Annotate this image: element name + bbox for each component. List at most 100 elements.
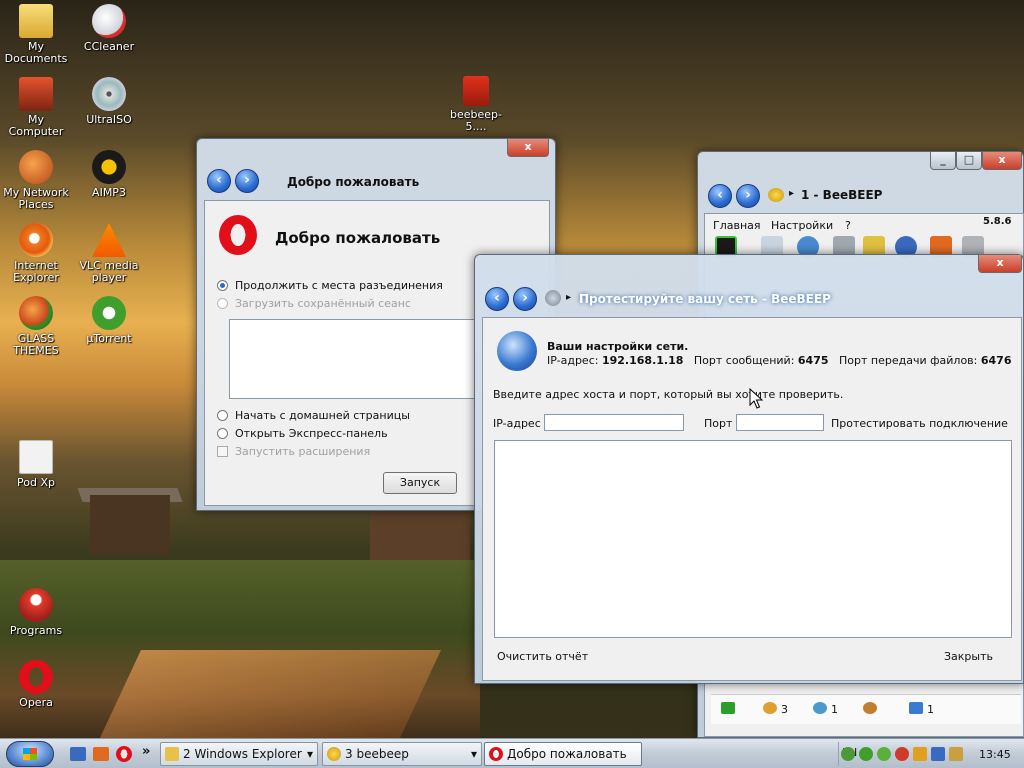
option-load-session: Загрузить сохранённый сеанс — [217, 297, 411, 310]
mouse-cursor-icon — [749, 388, 763, 409]
desktop-icon-opera[interactable]: Opera — [0, 660, 72, 709]
desktop-icon-programs[interactable]: Programs — [0, 588, 72, 637]
windows-logo-icon — [23, 748, 37, 760]
menu-help[interactable]: ? — [845, 219, 851, 232]
online-status-icon[interactable] — [721, 702, 735, 714]
menu-home[interactable]: Главная — [713, 219, 761, 232]
programs-icon — [19, 588, 53, 622]
port-input[interactable] — [736, 414, 824, 431]
network-test-dialog: x ‹ › ▸ Протестируйте вашу сеть - BeeBEE… — [474, 254, 1024, 684]
tray-tools-icon[interactable] — [913, 747, 927, 761]
radio-unselected[interactable] — [217, 410, 228, 421]
tray-green-icon[interactable] — [877, 747, 891, 761]
taskbar: » 2 Windows Explorer ▾ 3 beebeep ▾ Добро п… — [0, 738, 1024, 768]
ip-field-label: IP-адрес — [493, 417, 541, 430]
radio-unselected[interactable] — [217, 428, 228, 439]
close-dialog-button[interactable]: Закрыть — [944, 650, 993, 663]
archive-icon — [463, 76, 489, 106]
quicklaunch-more-icon[interactable]: » — [142, 744, 150, 759]
maximize-button[interactable]: □ — [956, 152, 982, 170]
desktop-icon-pod-xp[interactable]: Pod Xp — [0, 440, 72, 489]
opera-window-title: Добро пожаловать — [287, 175, 420, 189]
desktop-icon-aimp[interactable]: AIMP3 — [73, 150, 145, 199]
instruction-text: Введите адрес хоста и порт, который вы х… — [493, 388, 844, 401]
breadcrumb-chevron-icon: ▸ — [789, 188, 795, 199]
bee-icon — [327, 747, 341, 761]
beebeep-close-button[interactable]: x — [982, 152, 1022, 170]
option-continue[interactable]: Продолжить с места разъединения — [217, 279, 443, 292]
start-button[interactable]: Запуск — [383, 472, 457, 494]
tray-bee-icon[interactable] — [841, 747, 855, 761]
desktop-icon-ccleaner[interactable]: CCleaner — [73, 4, 145, 53]
beebeep-window-title: 1 - BeeBEEP — [801, 188, 883, 202]
desktop-icon-vlc[interactable]: VLC media player — [73, 223, 145, 284]
desktop-icon-my-documents[interactable]: My Documents — [0, 4, 72, 65]
opera-logo-icon — [219, 215, 257, 255]
desktop-icon-glass-themes[interactable]: GLASS THEMES — [0, 296, 72, 357]
chats-count: 1 — [831, 703, 838, 716]
tray-utorrent-icon[interactable] — [859, 747, 873, 761]
opera-heading: Добро пожаловать — [275, 229, 441, 247]
back-icon[interactable]: ‹ — [708, 184, 732, 208]
desktop-icon-utorrent[interactable]: µTorrent — [73, 296, 145, 345]
network-icon — [19, 150, 53, 184]
folder-icon — [165, 747, 179, 761]
folder-icon — [19, 4, 53, 38]
opera-close-button[interactable]: x — [507, 139, 549, 157]
back-icon[interactable]: ‹ — [485, 287, 509, 311]
wallpaper-house — [90, 495, 170, 555]
groups-icon[interactable] — [863, 702, 877, 714]
network-settings-line: IP-адрес: 192.168.1.18 Порт сообщений: 6… — [547, 354, 1012, 367]
chat-icon[interactable] — [813, 702, 827, 714]
option-home-page[interactable]: Начать с домашней страницы — [217, 409, 410, 422]
desktop-icon-ie[interactable]: Internet Explorer — [0, 223, 72, 284]
dialog-content: Ваши настройки сети. IP-адрес: 192.168.1… — [482, 317, 1022, 681]
dialog-close-button[interactable]: x — [978, 255, 1022, 273]
document-icon — [19, 440, 53, 474]
clear-report-button[interactable]: Очистить отчёт — [497, 650, 588, 663]
desktop-icon-ultraiso[interactable]: UltraISO — [73, 77, 145, 126]
vlc-icon — [92, 223, 126, 257]
start-button[interactable] — [6, 741, 54, 767]
dialog-title: Протестируйте вашу сеть - BeeBEEP — [579, 292, 831, 306]
radio-disabled — [217, 298, 228, 309]
forward-icon[interactable]: › — [513, 287, 537, 311]
system-tray: 13:45 — [838, 742, 1024, 766]
forward-icon[interactable]: › — [736, 184, 760, 208]
tray-network-icon[interactable] — [931, 747, 945, 761]
quicklaunch-desktop-icon[interactable] — [70, 747, 86, 761]
ip-address-input[interactable] — [544, 414, 684, 431]
tray-ccleaner-icon[interactable] — [895, 747, 909, 761]
quicklaunch-opera-icon[interactable] — [116, 746, 132, 762]
task-beebeep[interactable]: 3 beebeep ▾ — [322, 742, 482, 766]
menu-settings[interactable]: Настройки — [771, 219, 833, 232]
report-area[interactable] — [494, 440, 1012, 638]
opera-icon — [489, 747, 503, 761]
task-opera-welcome[interactable]: Добро пожаловать — [484, 742, 642, 766]
quicklaunch-firefox-icon[interactable] — [93, 747, 109, 761]
test-connection-button[interactable]: Протестировать подключение — [831, 417, 1008, 430]
file-transfer-icon[interactable] — [909, 702, 923, 714]
wallpaper-house-2 — [370, 512, 470, 560]
computer-icon — [19, 77, 53, 111]
ie-icon — [19, 223, 53, 257]
network-gear-icon — [545, 290, 561, 306]
port-field-label: Порт — [704, 417, 733, 430]
checkbox-disabled — [217, 446, 228, 457]
desktop-icon-my-computer[interactable]: My Computer — [0, 77, 72, 138]
wallpaper-road — [99, 650, 441, 740]
aimp-icon — [92, 150, 126, 184]
users-icon[interactable] — [763, 702, 777, 714]
option-speed-dial[interactable]: Открыть Экспресс-панель — [217, 427, 388, 440]
minimize-button[interactable]: _ — [930, 152, 956, 170]
forward-icon[interactable]: › — [235, 169, 259, 193]
task-windows-explorer[interactable]: 2 Windows Explorer ▾ — [160, 742, 318, 766]
version-label: 5.8.6 — [983, 216, 1012, 227]
radio-selected[interactable] — [217, 280, 228, 291]
desktop-icon-beebeep-archive[interactable]: beebeep-5.... — [440, 76, 512, 133]
files-count: 1 — [927, 703, 934, 716]
desktop-icon-network[interactable]: My Network Places — [0, 150, 72, 211]
tray-wand-icon[interactable] — [949, 747, 963, 761]
back-icon[interactable]: ‹ — [207, 169, 231, 193]
glass-icon — [19, 296, 53, 330]
